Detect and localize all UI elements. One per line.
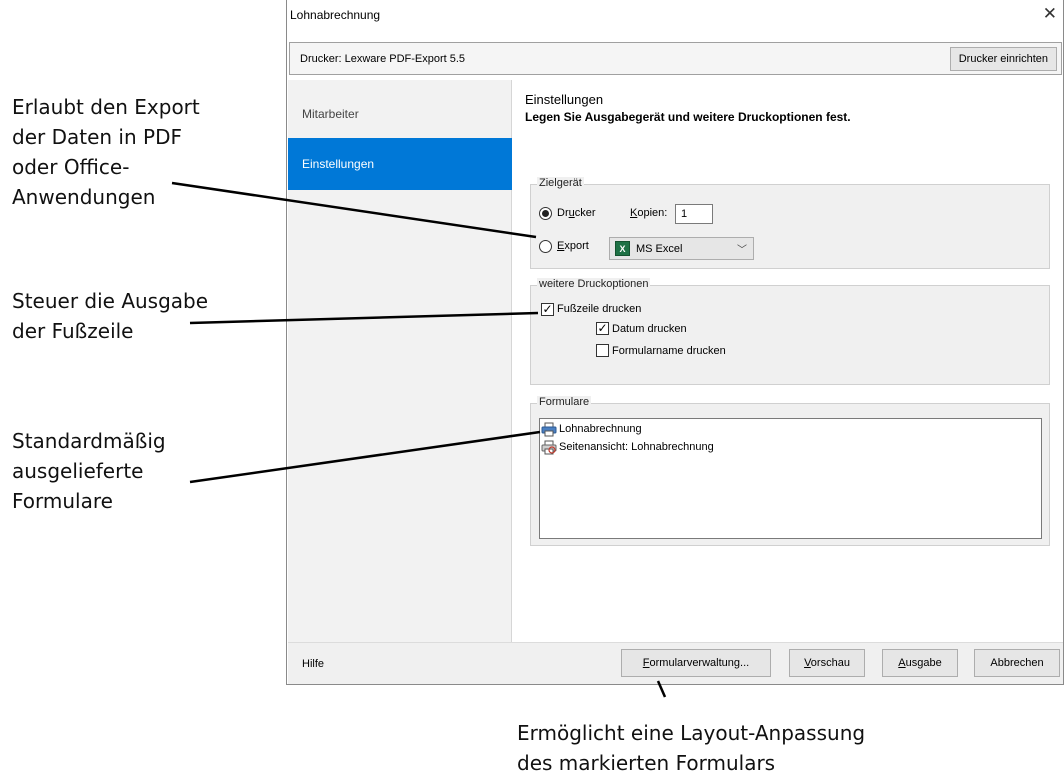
printer-icon: [541, 422, 557, 437]
sidebar-item-einstellungen[interactable]: Einstellungen: [288, 138, 512, 190]
print-options-group: weitere Druckoptionen ✓ Fußzeile drucken…: [530, 278, 1050, 385]
printer-bar: Drucker: Lexware PDF-Export 5.5 Drucker …: [289, 42, 1062, 75]
target-device-group-label: Zielgerät: [537, 177, 584, 189]
copies-input[interactable]: 1: [675, 204, 713, 224]
target-device-group: Zielgerät Drucker Kopien: 1 Export X MS …: [530, 177, 1050, 269]
footer-checkbox[interactable]: ✓: [541, 303, 554, 316]
list-item-label: Lohnabrechnung: [559, 423, 642, 435]
forms-group-label: Formulare: [537, 396, 592, 408]
lohnabrechnung-dialog: Lohnabrechnung ✕ Drucker: Lexware PDF-Ex…: [286, 0, 1064, 685]
print-preview-icon: [541, 440, 557, 455]
export-format-select[interactable]: X MS Excel ﹀: [609, 237, 754, 260]
annotation-layout: Ermöglicht eine Layout-Anpassung des mar…: [517, 721, 866, 775]
dialog-footer: Hilfe Formularverwaltung... Vorschau Aus…: [288, 642, 1063, 684]
printer-radio-label[interactable]: Drucker: [557, 207, 596, 220]
export-format-value: MS Excel: [636, 243, 683, 255]
forms-group: Formulare Lohnabrechnung Seitenansicht: …: [530, 396, 1050, 546]
annotation-footer: Steuer die Ausgabe der Fußzeile: [12, 289, 209, 343]
printer-setup-button[interactable]: Drucker einrichten: [949, 47, 1057, 71]
formname-checkbox[interactable]: [596, 344, 609, 357]
excel-icon: X: [615, 241, 630, 256]
annotation-export: Erlaubt den Export der Daten in PDF oder…: [12, 95, 200, 209]
output-button[interactable]: Ausgabe: [882, 649, 958, 677]
printer-radio[interactable]: [539, 207, 552, 220]
chevron-down-icon: ﹀: [737, 245, 747, 256]
date-checkbox[interactable]: ✓: [596, 322, 609, 335]
help-link[interactable]: Hilfe: [302, 658, 324, 670]
list-item-label: Seitenansicht: Lohnabrechnung: [559, 441, 714, 453]
footer-checkbox-label[interactable]: Fußzeile drucken: [557, 303, 641, 316]
forms-listbox[interactable]: Lohnabrechnung Seitenansicht: Lohnabrech…: [539, 418, 1042, 539]
formname-checkbox-label[interactable]: Formularname drucken: [612, 345, 726, 358]
export-radio[interactable]: [539, 240, 552, 253]
print-options-group-label: weitere Druckoptionen: [537, 278, 651, 290]
content-header: Einstellungen Legen Sie Ausgabegerät und…: [525, 92, 1055, 125]
page-subtitle: Legen Sie Ausgabegerät und weitere Druck…: [525, 110, 851, 124]
printer-label: Drucker: Lexware PDF-Export 5.5: [300, 53, 466, 65]
copies-label: Kopien:: [630, 207, 668, 219]
date-checkbox-label[interactable]: Datum drucken: [612, 323, 687, 336]
export-radio-label[interactable]: Export: [557, 240, 589, 253]
page-title: Einstellungen: [525, 92, 604, 107]
sidebar-item-mitarbeiter[interactable]: Mitarbeiter: [288, 88, 512, 140]
form-management-button[interactable]: Formularverwaltung...: [621, 649, 771, 677]
cancel-button[interactable]: Abbrechen: [974, 649, 1060, 677]
annotation-forms: Standardmäßig ausgelieferte Formulare: [12, 429, 166, 513]
preview-button[interactable]: Vorschau: [789, 649, 865, 677]
window-title: Lohnabrechnung: [290, 8, 381, 22]
title-bar: Lohnabrechnung ✕: [287, 0, 1063, 30]
close-icon[interactable]: ✕: [1043, 4, 1057, 24]
sidebar: Mitarbeiter Einstellungen: [288, 80, 512, 642]
